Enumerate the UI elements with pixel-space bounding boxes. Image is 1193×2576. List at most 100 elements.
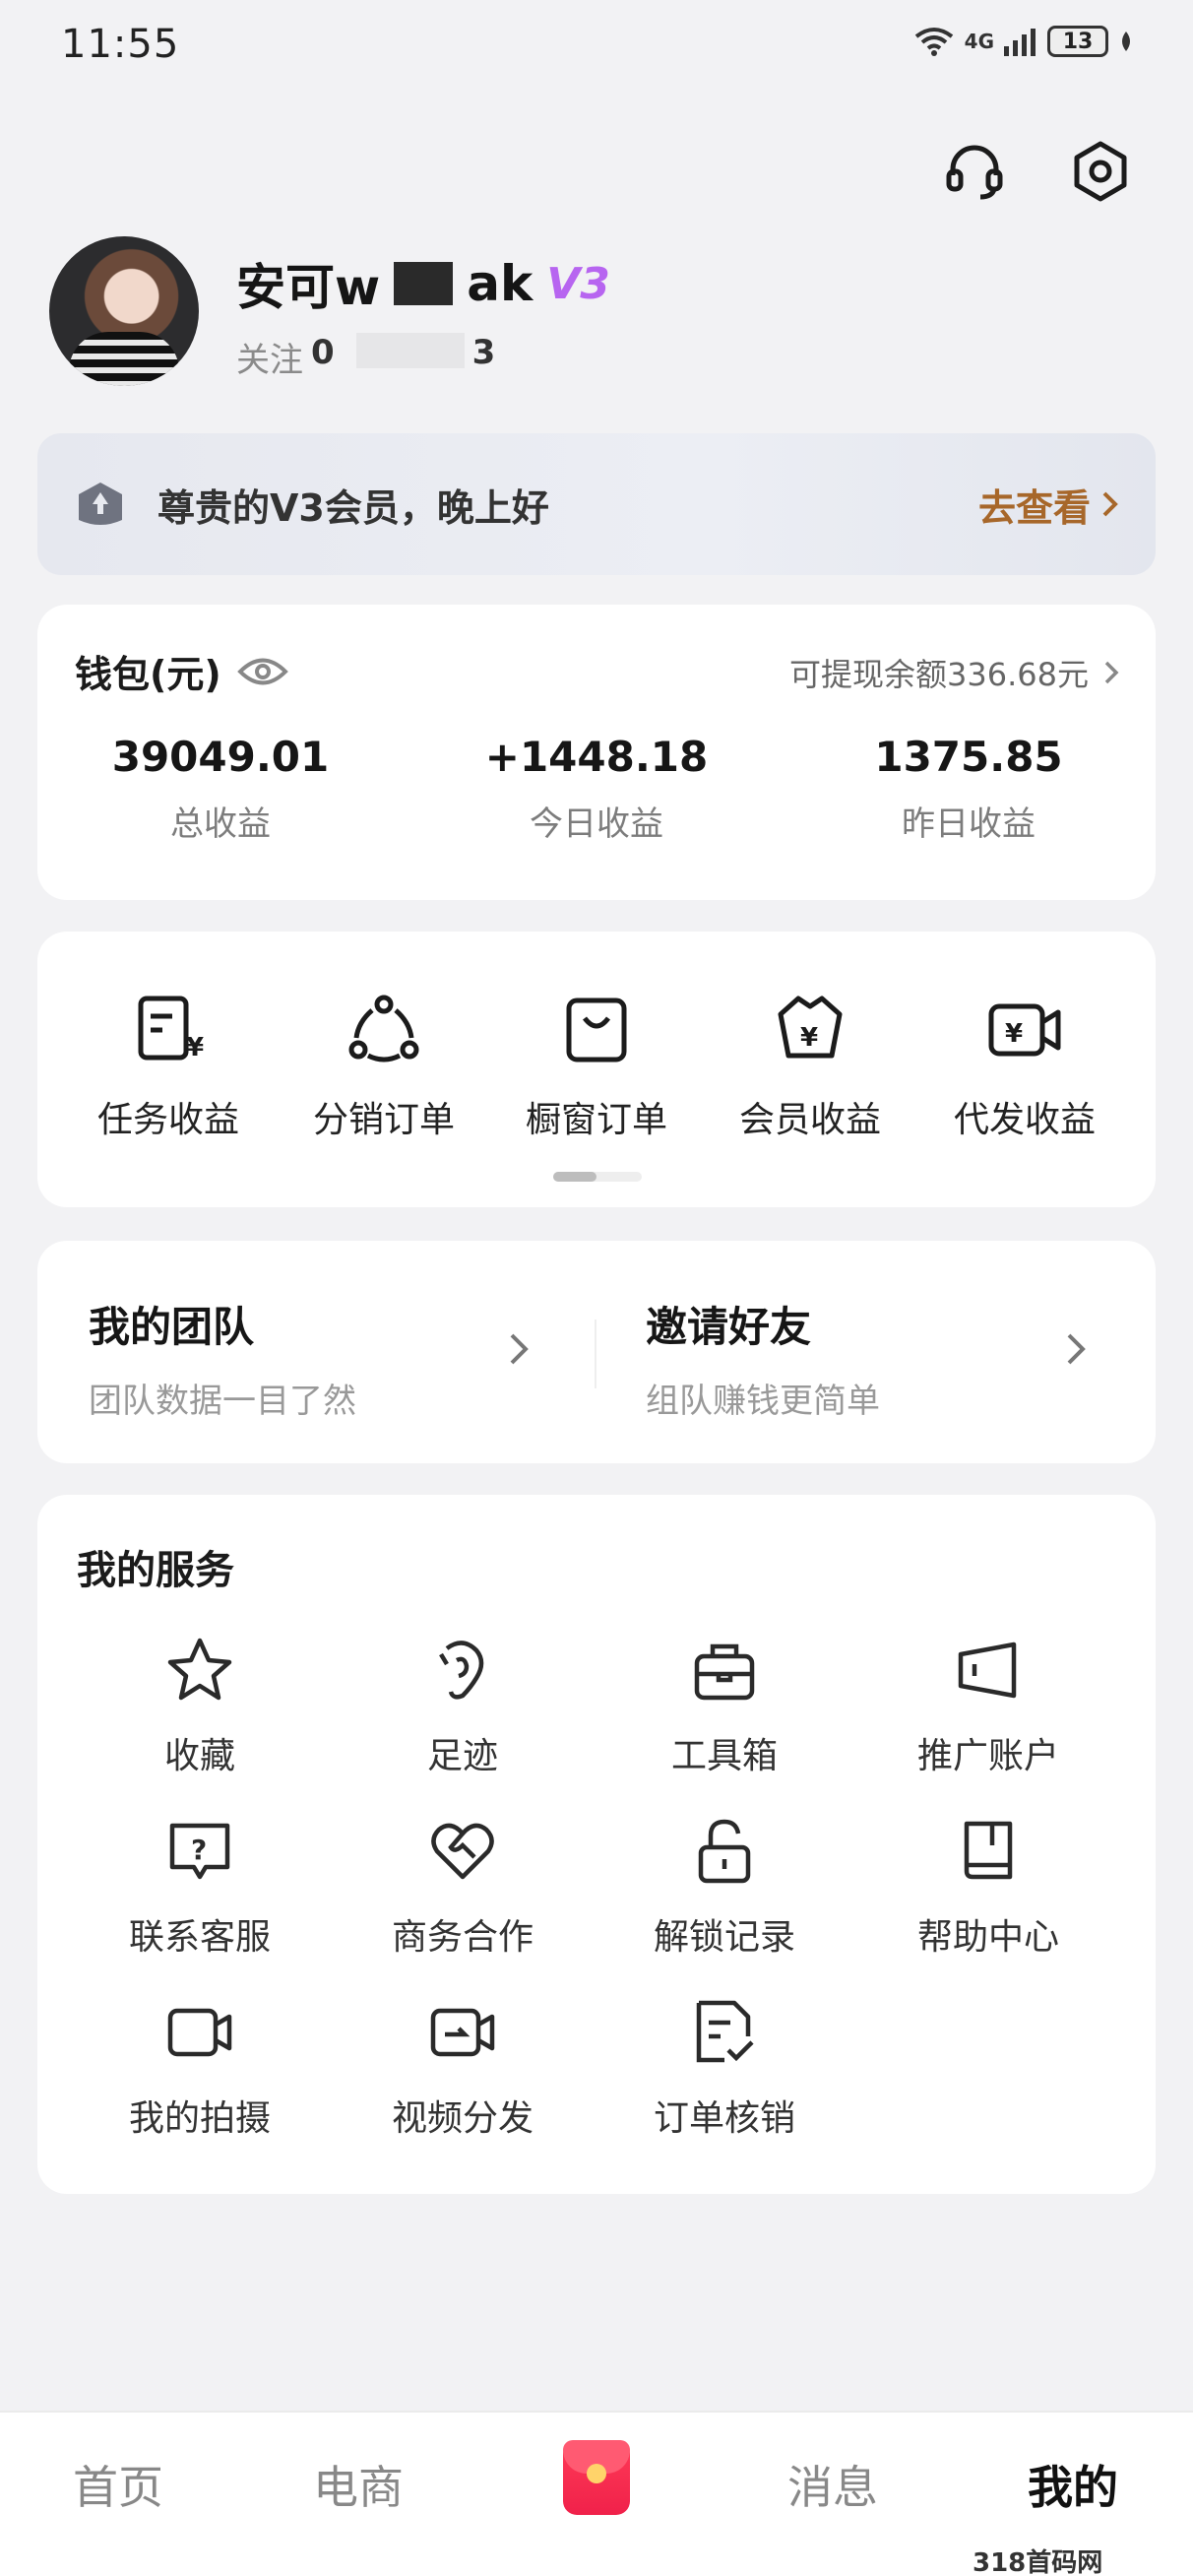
promo-account-item[interactable]: 推广账户 bbox=[870, 1635, 1106, 1778]
task-income-label: 任务收益 bbox=[96, 1100, 239, 1140]
distribution-icon bbox=[348, 995, 419, 1063]
page-indicator bbox=[553, 1172, 642, 1182]
unlock-icon bbox=[698, 1819, 751, 1884]
wallet-title: 钱包(元) bbox=[75, 644, 288, 698]
invite-friends-entry[interactable]: 邀请好友 组队赚钱更简单 bbox=[646, 1294, 880, 1422]
fans-count: 3 bbox=[471, 333, 496, 372]
username-tail: ak bbox=[467, 255, 534, 312]
favorites-label: 收藏 bbox=[163, 1736, 235, 1776]
watermark: 318首码网 www.e318.com bbox=[965, 2541, 1193, 2576]
help-center-item[interactable]: 帮助中心 bbox=[870, 1816, 1106, 1960]
megaphone-icon bbox=[958, 1642, 1017, 1699]
video-yen-icon: ¥ bbox=[988, 1003, 1061, 1057]
footprint-label: 足迹 bbox=[426, 1736, 498, 1776]
video-distribution-label: 视频分发 bbox=[391, 2098, 534, 2139]
distribution-order-item[interactable]: 分销订单 bbox=[285, 991, 482, 1142]
invite-title: 邀请好友 bbox=[646, 1303, 812, 1351]
star-icon bbox=[167, 1638, 232, 1701]
headset-icon bbox=[946, 145, 1003, 200]
crown-yen-icon: ¥ bbox=[778, 996, 843, 1059]
withdrawable-balance[interactable]: 可提现余额336.68元 bbox=[789, 650, 1120, 695]
follow-stats[interactable]: 关注 0 3 bbox=[236, 333, 495, 381]
follow-label: 关注 bbox=[236, 341, 303, 380]
income-shortcuts: ¥ 任务收益 分销订单 橱窗订单 ¥ 会员收益 ¥ 代发收益 bbox=[37, 932, 1156, 1207]
chevron-right-icon bbox=[1067, 1333, 1086, 1365]
contact-support-label: 联系客服 bbox=[128, 1917, 271, 1958]
camera-icon bbox=[167, 2008, 232, 2057]
help-chat-icon: ? bbox=[169, 1823, 230, 1880]
my-shooting-label: 我的拍摄 bbox=[128, 2098, 271, 2139]
my-team-entry[interactable]: 我的团队 团队数据一目了然 bbox=[89, 1294, 356, 1422]
stat-yesterday-value: 1375.85 bbox=[874, 733, 1063, 781]
my-team-title: 我的团队 bbox=[89, 1303, 255, 1351]
stat-today[interactable]: +1448.18 今日收益 bbox=[449, 733, 744, 845]
stat-yesterday[interactable]: 1375.85 昨日收益 bbox=[821, 733, 1116, 845]
svg-text:¥: ¥ bbox=[800, 1023, 818, 1053]
showcase-order-label: 橱窗订单 bbox=[525, 1100, 667, 1140]
red-packet-icon[interactable] bbox=[563, 2440, 630, 2515]
task-income-icon: ¥ bbox=[138, 996, 204, 1063]
stat-total-label: 总收益 bbox=[170, 805, 271, 844]
proxy-income-label: 代发收益 bbox=[953, 1100, 1096, 1140]
nav-home[interactable]: 首页 bbox=[20, 2452, 217, 2517]
status-time: 11:55 bbox=[61, 22, 180, 67]
toolbox-icon bbox=[694, 1643, 755, 1701]
vip-check-link[interactable]: 去查看 bbox=[978, 478, 1120, 532]
wallet-card: 钱包(元) 可提现余额336.68元 39049.01 总收益 +1448.18… bbox=[37, 605, 1156, 900]
customer-service-button[interactable] bbox=[939, 136, 1010, 207]
avatar[interactable] bbox=[49, 236, 199, 386]
follow-redaction bbox=[355, 333, 465, 368]
business-coop-label: 商务合作 bbox=[391, 1917, 534, 1958]
svg-text:?: ? bbox=[191, 1834, 207, 1866]
order-verify-item[interactable]: 订单核销 bbox=[606, 1997, 843, 2141]
video-share-icon bbox=[430, 2008, 495, 2057]
business-coop-item[interactable]: 商务合作 bbox=[345, 1816, 581, 1960]
my-shooting-item[interactable]: 我的拍摄 bbox=[82, 1997, 318, 2141]
shopping-bag-icon bbox=[566, 998, 627, 1063]
chevron-right-icon bbox=[1102, 491, 1118, 517]
vip-check-label: 去查看 bbox=[977, 485, 1091, 530]
distribution-order-label: 分销订单 bbox=[312, 1100, 455, 1140]
task-income-item[interactable]: ¥ 任务收益 bbox=[70, 991, 267, 1142]
order-verify-label: 订单核销 bbox=[653, 2098, 795, 2139]
leaf-icon bbox=[1122, 32, 1130, 51]
vip-banner[interactable]: 尊贵的V3会员，晚上好 去查看 bbox=[37, 433, 1156, 575]
toolbox-label: 工具箱 bbox=[670, 1736, 778, 1776]
stat-total[interactable]: 39049.01 总收益 bbox=[73, 733, 368, 845]
nav-messages[interactable]: 消息 bbox=[734, 2452, 931, 2517]
svg-text:¥: ¥ bbox=[1005, 1019, 1023, 1049]
signal-icon bbox=[1004, 29, 1036, 56]
battery-icon: 13 bbox=[1047, 26, 1108, 57]
favorites-item[interactable]: 收藏 bbox=[82, 1635, 318, 1778]
my-team-subtitle: 团队数据一目了然 bbox=[89, 1382, 356, 1421]
network-label: 4G bbox=[964, 30, 994, 53]
member-income-item[interactable]: ¥ 会员收益 bbox=[712, 991, 909, 1142]
handshake-heart-icon bbox=[431, 1823, 494, 1880]
stat-today-value: +1448.18 bbox=[484, 733, 709, 781]
toolbox-item[interactable]: 工具箱 bbox=[606, 1635, 843, 1778]
svg-text:¥: ¥ bbox=[186, 1033, 204, 1063]
nav-mine[interactable]: 我的 bbox=[974, 2452, 1171, 2517]
video-distribution-item[interactable]: 视频分发 bbox=[345, 1997, 581, 2141]
nav-ecommerce[interactable]: 电商 bbox=[260, 2452, 457, 2517]
footprint-icon bbox=[439, 1641, 484, 1700]
promo-account-label: 推广账户 bbox=[916, 1736, 1059, 1776]
member-income-label: 会员收益 bbox=[738, 1100, 881, 1140]
footprint-item[interactable]: 足迹 bbox=[345, 1635, 581, 1778]
vip-greeting: 尊贵的V3会员，晚上好 bbox=[157, 485, 549, 530]
gear-icon bbox=[1074, 141, 1127, 202]
contact-support-item[interactable]: ? 联系客服 bbox=[82, 1816, 318, 1960]
unlock-records-item[interactable]: 解锁记录 bbox=[606, 1816, 843, 1960]
proxy-income-item[interactable]: ¥ 代发收益 bbox=[926, 991, 1123, 1142]
divider bbox=[595, 1320, 596, 1388]
vip-crown-icon bbox=[79, 483, 122, 525]
help-center-label: 帮助中心 bbox=[916, 1917, 1059, 1958]
username[interactable]: 安可w ak V3 bbox=[236, 248, 610, 319]
services-card: 我的服务 收藏 足迹 工具箱 推广账户 ? 联系客服 商务合作 解锁记录 帮助中… bbox=[37, 1495, 1156, 2194]
showcase-order-item[interactable]: 橱窗订单 bbox=[498, 991, 695, 1142]
eye-icon[interactable] bbox=[236, 655, 288, 688]
settings-button[interactable] bbox=[1065, 136, 1136, 207]
order-check-icon bbox=[696, 2000, 754, 2063]
status-icons: 4G 13 bbox=[913, 26, 1134, 57]
vip-level-badge: V3 bbox=[546, 258, 610, 309]
